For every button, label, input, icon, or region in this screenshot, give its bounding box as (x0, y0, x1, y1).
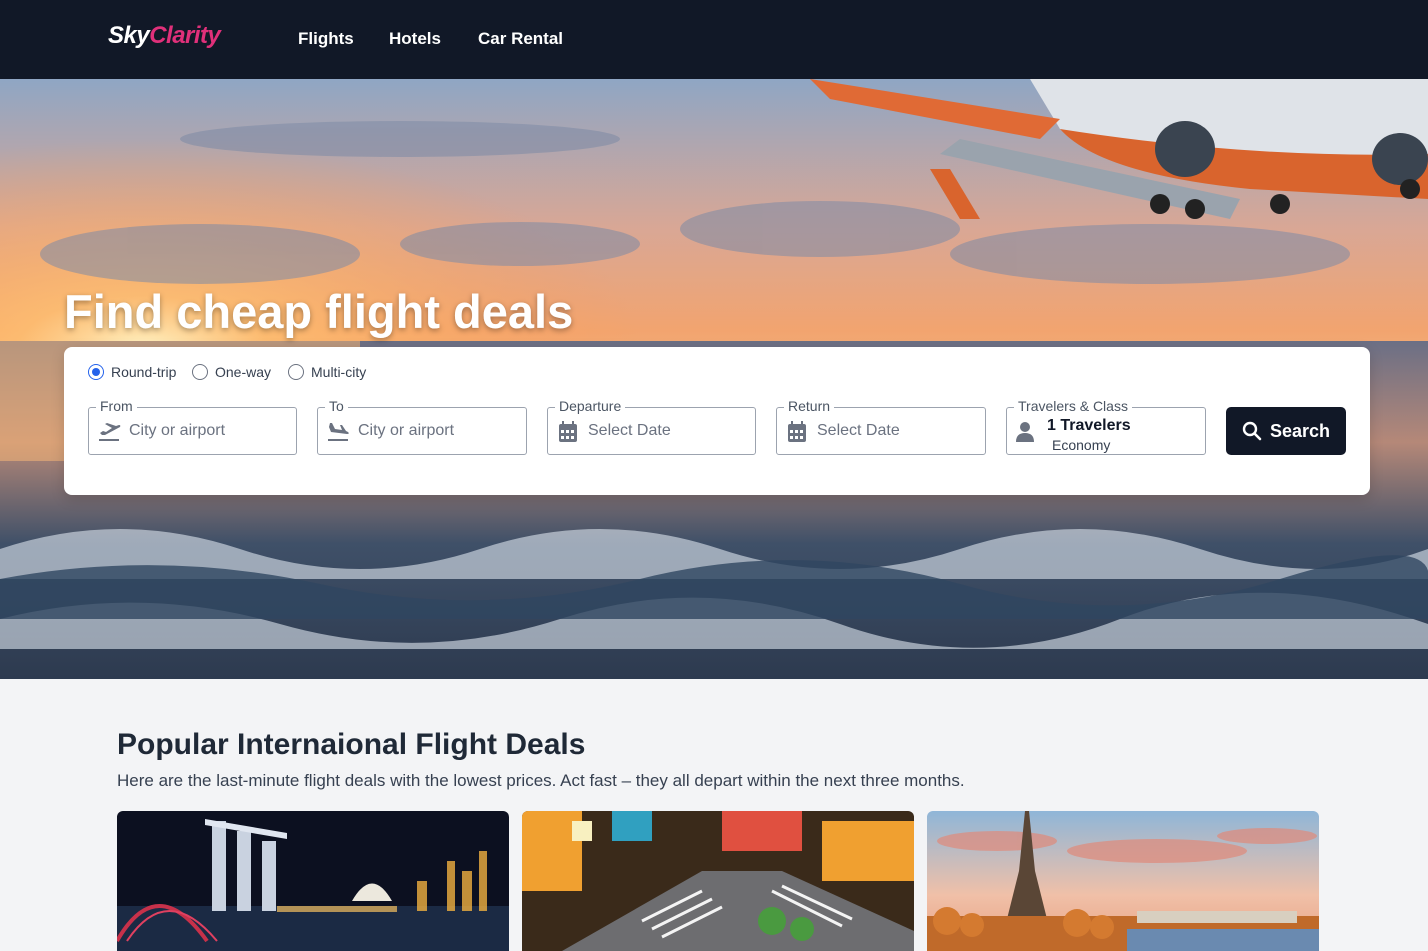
search-icon (1242, 421, 1262, 441)
to-label: To (325, 398, 348, 414)
calendar-icon (788, 421, 806, 442)
plane-departure-icon (99, 423, 121, 441)
trip-type-multi-city[interactable]: Multi-city (288, 364, 366, 380)
travelers-count: 1 Travelers (1047, 417, 1131, 434)
deals-section-subtitle: Here are the last-minute flight deals wi… (117, 771, 965, 790)
paris-eiffel-tower-photo (927, 811, 1319, 951)
trip-type-label: Multi-city (311, 364, 367, 380)
hero-title: Find cheap flight deals (64, 285, 574, 338)
multi-city-radio[interactable] (288, 364, 304, 380)
hero-section: Find cheap flight deals Round-trip One-w… (0, 79, 1428, 679)
deals-section-title: Popular Internaional Flight Deals (117, 728, 586, 761)
from-placeholder: City or airport (129, 422, 226, 439)
one-way-radio[interactable] (192, 364, 208, 380)
calendar-icon (559, 421, 577, 442)
top-navbar: SkyClarity Flights Hotels Car Rental (0, 0, 1428, 79)
singapore-skyline-night-photo (117, 811, 509, 951)
deal-card-singapore[interactable] (117, 811, 509, 951)
nav-link-hotels[interactable]: Hotels (389, 29, 441, 49)
nav-link-flights[interactable]: Flights (298, 29, 354, 49)
deal-card-paris[interactable] (927, 811, 1319, 951)
travelers-label: Travelers & Class (1014, 398, 1132, 414)
brand-logo-part2: Clarity (149, 22, 221, 49)
user-icon (1016, 422, 1034, 442)
departure-date-field[interactable]: Departure Select Date (547, 398, 756, 455)
deal-card-tokyo[interactable] (522, 811, 914, 951)
return-label: Return (784, 398, 835, 414)
nav-link-car-rental[interactable]: Car Rental (478, 29, 563, 49)
round-trip-radio[interactable] (88, 364, 104, 380)
plane-arrival-icon (328, 423, 349, 441)
trip-type-label: Round-trip (111, 364, 177, 380)
departure-label: Departure (555, 398, 626, 414)
from-label: From (96, 398, 137, 414)
travel-class: Economy (1052, 437, 1111, 453)
brand-logo[interactable]: SkyClarity (108, 22, 221, 50)
trip-type-one-way[interactable]: One-way (192, 364, 271, 380)
brand-logo-part1: Sky (108, 22, 150, 49)
tokyo-shibuya-crossing-photo (522, 811, 914, 951)
return-placeholder: Select Date (817, 422, 900, 439)
trip-type-label: One-way (215, 364, 272, 380)
return-date-field[interactable]: Return Select Date (776, 398, 986, 455)
flight-search-card: Round-trip One-way Multi-city From City … (64, 347, 1370, 495)
departure-placeholder: Select Date (588, 422, 671, 439)
to-placeholder: City or airport (358, 422, 455, 439)
search-button-label: Search (1269, 420, 1331, 441)
travelers-class-field[interactable]: Travelers & Class 1 Travelers Economy (1006, 398, 1206, 455)
search-button[interactable]: Search (1226, 407, 1346, 455)
from-field[interactable]: From City or airport (88, 398, 297, 455)
trip-type-round-trip[interactable]: Round-trip (88, 364, 176, 380)
to-field[interactable]: To City or airport (317, 398, 527, 455)
